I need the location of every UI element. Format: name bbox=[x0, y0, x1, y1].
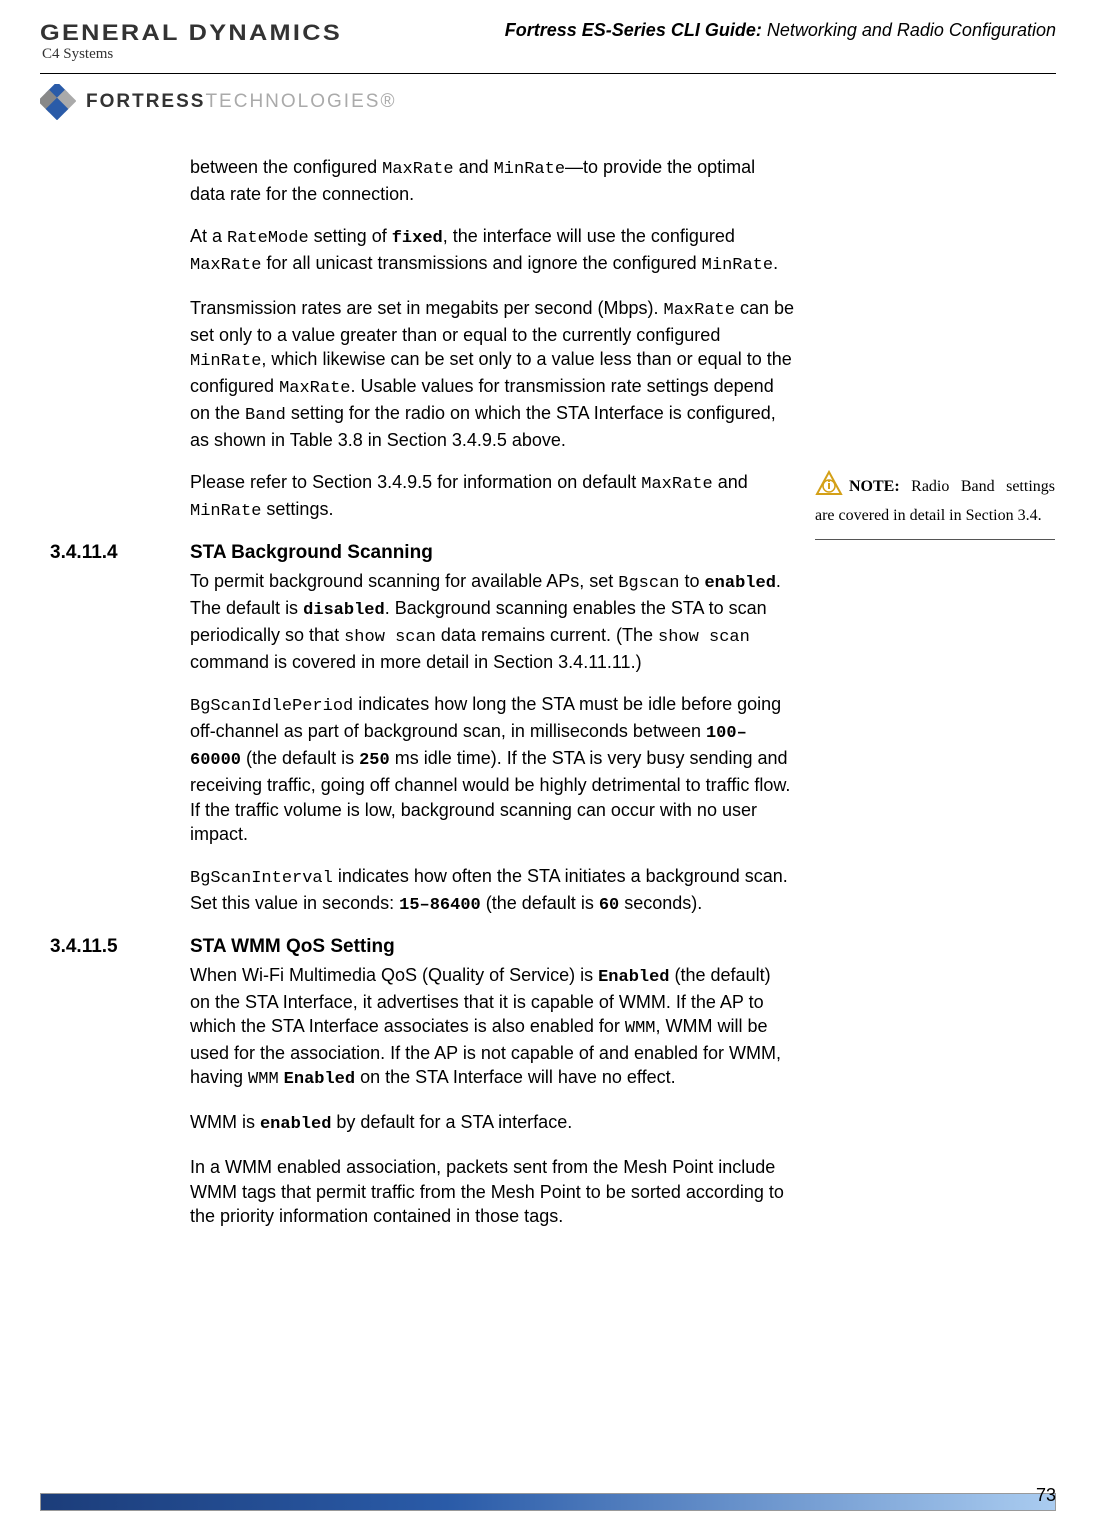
paragraph-9: WMM is enabled by default for a STA inte… bbox=[190, 1110, 795, 1137]
section-heading-2: STA WMM QoS Setting bbox=[190, 936, 795, 958]
section-number-1: 3.4.11.4 bbox=[50, 542, 170, 936]
note-label: NOTE: bbox=[849, 478, 900, 495]
note-box: NOTE: Radio Band settings are covered in… bbox=[815, 470, 1055, 539]
paragraph-6: BgScanIdlePeriod indicates how long the … bbox=[190, 692, 795, 846]
fortress-text: FORTRESSTECHNOLOGIES® bbox=[86, 91, 396, 113]
title-rest-part: Networking and Radio Configuration bbox=[762, 20, 1056, 40]
paragraph-7: BgScanInterval indicates how often the S… bbox=[190, 864, 795, 918]
section-number-2: 3.4.11.5 bbox=[50, 936, 170, 1246]
fortress-diamond-icon bbox=[40, 84, 76, 120]
fortress-tech-label: TECHNOLOGIES bbox=[205, 91, 380, 112]
general-dynamics-logo-text: GENERAL DYNAMICS bbox=[40, 20, 342, 46]
c4-systems-text: C4 Systems bbox=[42, 46, 303, 63]
footer: 73 bbox=[40, 1493, 1056, 1511]
footer-gradient-bar bbox=[40, 1493, 1056, 1511]
logo-left: GENERAL DYNAMICS C4 Systems bbox=[40, 20, 303, 63]
fortress-bold-label: FORTRESS bbox=[86, 91, 205, 112]
fortress-logo: FORTRESSTECHNOLOGIES® bbox=[40, 84, 1056, 120]
paragraph-8: When Wi-Fi Multimedia QoS (Quality of Se… bbox=[190, 963, 795, 1092]
document-title: Fortress ES-Series CLI Guide: Networking… bbox=[505, 20, 1056, 41]
paragraph-10: In a WMM enabled association, packets se… bbox=[190, 1155, 795, 1228]
section-3-4-11-4: 3.4.11.4 STA Background Scanning To perm… bbox=[40, 542, 1056, 936]
header: GENERAL DYNAMICS C4 Systems Fortress ES-… bbox=[40, 20, 1056, 74]
paragraph-3: Transmission rates are set in megabits p… bbox=[190, 296, 795, 452]
note-sidebar: NOTE: Radio Band settings are covered in… bbox=[815, 470, 1055, 542]
row-p4-with-note: Please refer to Section 3.4.9.5 for info… bbox=[40, 470, 1056, 542]
title-bold-part: Fortress ES-Series CLI Guide: bbox=[505, 20, 762, 40]
paragraph-1: between the configured MaxRate and MinRa… bbox=[190, 155, 795, 206]
paragraph-2: At a RateMode setting of fixed, the inte… bbox=[190, 224, 795, 278]
page-number: 73 bbox=[1036, 1485, 1056, 1506]
section-heading-1: STA Background Scanning bbox=[190, 542, 795, 564]
spacer bbox=[50, 470, 170, 542]
info-triangle-icon bbox=[815, 470, 843, 505]
paragraph-4: Please refer to Section 3.4.9.5 for info… bbox=[190, 470, 795, 524]
section-3-4-11-5: 3.4.11.5 STA WMM QoS Setting When Wi-Fi … bbox=[40, 936, 1056, 1246]
intro-paragraphs: between the configured MaxRate and MinRa… bbox=[190, 155, 795, 452]
paragraph-5: To permit background scanning for availa… bbox=[190, 569, 795, 674]
